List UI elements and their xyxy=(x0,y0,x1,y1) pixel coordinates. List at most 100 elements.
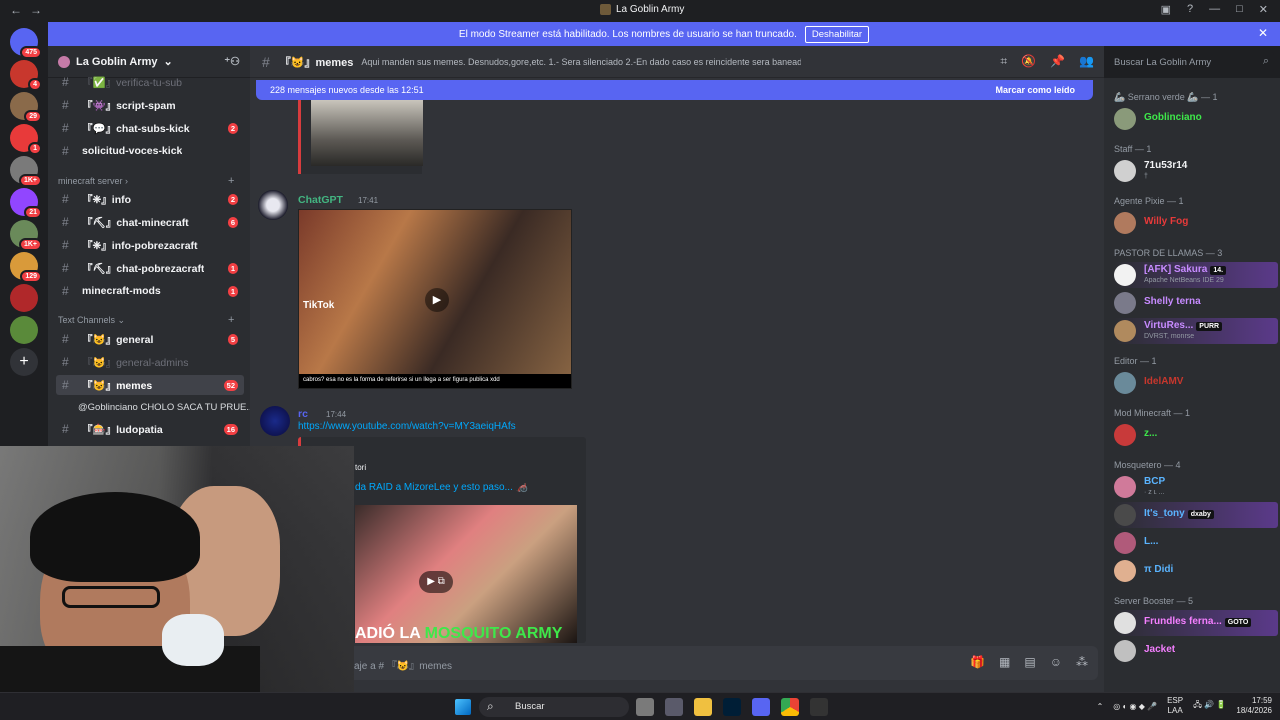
channel-item[interactable]: # 『🎰』ludopatia 16 xyxy=(56,419,244,439)
nav-arrows[interactable]: ←→ xyxy=(10,3,50,17)
channel-item[interactable]: # minecraft-mods 1 xyxy=(56,281,244,301)
gif-icon[interactable]: ▦ xyxy=(999,655,1010,669)
add-server-icon[interactable]: + xyxy=(10,348,38,376)
clock[interactable]: 17:59 18/4/2026 xyxy=(1236,696,1272,716)
new-messages-bar[interactable]: 228 mensajes nuevos desde las 12:51 Marc… xyxy=(256,80,1093,100)
server-icon[interactable]: 21 xyxy=(10,188,42,219)
channel-item[interactable]: # 『❈』info-pobrezacraft xyxy=(56,235,244,255)
task-view-icon[interactable] xyxy=(636,698,654,716)
message-composer[interactable]: aje a # 『😺』memes 🎁 ▦ ▤ ☺ ⁂ xyxy=(262,646,1098,680)
member-item[interactable]: IdelAMV xyxy=(1114,370,1278,396)
emoji-icon[interactable]: ☺ xyxy=(1050,655,1062,669)
member-item[interactable]: [AFK] Sakura 14. Apache NetBeans IDE 29 xyxy=(1114,262,1278,288)
message-author[interactable]: rc xyxy=(298,408,308,420)
notification-bell-icon[interactable]: 🔕 xyxy=(1021,54,1036,69)
server-icon[interactable]: 29 xyxy=(10,92,42,123)
member-role-header: Editor — 1 xyxy=(1114,356,1157,366)
channel-item[interactable]: # 『✅』verifica-tu-sub xyxy=(56,72,244,92)
play-icon[interactable]: ▶ xyxy=(425,288,449,312)
help-icon[interactable]: ? xyxy=(1187,3,1193,16)
member-item[interactable]: Jacket xyxy=(1114,638,1278,664)
video-attachment[interactable]: TikTok ▶ cabros? esa no es la forma de r… xyxy=(298,209,572,389)
member-item[interactable]: VirtuRes... PURR DVRST, monrse xyxy=(1114,318,1278,344)
add-channel-icon[interactable]: + xyxy=(228,175,234,187)
sticker-icon[interactable]: ▤ xyxy=(1024,655,1035,669)
mark-as-read-button[interactable]: Marcar como leído xyxy=(995,85,1075,95)
server-icon[interactable]: 1K+ xyxy=(10,156,42,187)
channel-item[interactable]: # solicitud-voces-kick xyxy=(56,141,244,161)
member-item[interactable]: 71u53r14 † xyxy=(1114,158,1278,184)
language-indicator[interactable]: ESP LAA xyxy=(1167,696,1183,716)
server-icon[interactable] xyxy=(10,316,38,344)
minimize-icon[interactable]: — xyxy=(1209,3,1220,16)
member-item[interactable]: z... xyxy=(1114,422,1278,448)
member-list-icon[interactable]: 👥 xyxy=(1079,54,1094,69)
channel-item[interactable]: # 『❈』info 2 xyxy=(56,189,244,209)
photoshop-icon[interactable] xyxy=(723,698,741,716)
member-item[interactable]: Goblinciano xyxy=(1114,106,1278,132)
embed-thumbnail[interactable]: ▶ ⧉ ADIÓ LA MOSQUITO ARMY xyxy=(355,505,577,643)
add-channel-icon[interactable]: + xyxy=(228,314,234,326)
disable-streamer-button[interactable]: Deshabilitar xyxy=(804,25,870,43)
server-icon[interactable] xyxy=(10,284,38,312)
server-icon[interactable]: 4 xyxy=(10,60,42,91)
play-icon[interactable]: ▶ ⧉ xyxy=(419,571,453,593)
taskbar-search[interactable]: ⌕ Buscar xyxy=(479,697,629,717)
pin-icon[interactable]: 📌 xyxy=(1050,54,1065,69)
category-text-channels[interactable]: Text Channels ⌄ + xyxy=(58,314,234,326)
channel-item[interactable]: # 『😺』memes 52 xyxy=(56,375,244,395)
windows-start-icon[interactable] xyxy=(455,699,471,715)
channel-item[interactable]: # 『⛏』chat-pobrezacraft 1 xyxy=(56,258,244,278)
channel-item[interactable]: # 『👾』script-spam xyxy=(56,95,244,115)
gift-icon[interactable]: 🎁 xyxy=(970,655,985,669)
server-tag: dxaby xyxy=(1187,510,1214,519)
message-link[interactable]: https://www.youtube.com/watch?v=MY3aeiqH… xyxy=(298,421,516,432)
chrome-icon[interactable] xyxy=(781,698,799,716)
streamer-mode-banner: El modo Streamer está habilitado. Los no… xyxy=(48,22,1280,46)
embed-title[interactable]: da RAID a MizoreLee y esto paso... 🦽 xyxy=(355,482,528,493)
network-volume-icons[interactable]: 🖧 🔊 🔋 xyxy=(1193,699,1226,713)
member-item[interactable]: BCP · z ʟ ... xyxy=(1114,474,1278,500)
maximize-icon[interactable]: □ xyxy=(1236,3,1243,16)
message-author[interactable]: ChatGPT xyxy=(298,194,343,206)
inbox-icon[interactable]: ▣ xyxy=(1161,3,1171,16)
previous-image-attachment[interactable] xyxy=(298,100,423,174)
search-input[interactable]: Buscar La Goblin Army ⌕ xyxy=(1108,52,1274,72)
server-icon[interactable]: 475 xyxy=(10,28,42,59)
server-icon[interactable]: 129 xyxy=(10,252,42,283)
channel-item[interactable]: # 『😺』general 5 xyxy=(56,329,244,349)
channel-item[interactable]: # 『💬』chat-subs-kick 2 xyxy=(56,118,244,138)
obs-icon[interactable] xyxy=(810,698,828,716)
apps-icon[interactable]: ⁂ xyxy=(1076,655,1088,669)
category-minecraft[interactable]: minecraft server › + xyxy=(58,175,234,187)
close-window-icon[interactable]: ✕ xyxy=(1259,3,1268,16)
server-icon[interactable]: 1 xyxy=(10,124,42,155)
server-icon[interactable]: 1K+ xyxy=(10,220,42,251)
discord-icon[interactable] xyxy=(752,698,770,716)
channel-item[interactable]: # 『⛏』chat-minecraft 6 xyxy=(56,212,244,232)
thread-item[interactable]: @Goblinciano CHOLO SACA TU PRUE... xyxy=(78,402,254,413)
mention-badge: 129 xyxy=(20,270,42,283)
member-item[interactable]: It's_tony dxaby xyxy=(1114,502,1278,528)
threads-icon[interactable]: ⌗ xyxy=(1000,54,1007,69)
channel-label: 『❈』info xyxy=(82,193,132,206)
avatar[interactable] xyxy=(260,406,290,436)
tray-icons[interactable]: ◎ ◐ ◉ ◆ 🎤 xyxy=(1113,702,1157,711)
app-icon[interactable] xyxy=(665,698,683,716)
member-item[interactable]: Willy Fog xyxy=(1114,210,1278,236)
file-explorer-icon[interactable] xyxy=(694,698,712,716)
member-item[interactable]: Shelly terna xyxy=(1114,290,1278,316)
member-item[interactable]: L... xyxy=(1114,530,1278,556)
avatar[interactable] xyxy=(258,190,288,220)
avatar xyxy=(1114,372,1136,394)
banner-text: El modo Streamer está habilitado. Los no… xyxy=(458,28,797,40)
channel-topic[interactable]: Aqui manden sus memes. Desnudos,gore,etc… xyxy=(361,57,801,67)
chevron-up-icon[interactable]: ⌃ xyxy=(1097,702,1104,711)
channel-item[interactable]: # 『😺』general-admins xyxy=(56,352,244,372)
member-item[interactable]: π Didi xyxy=(1114,558,1278,584)
channel-label: 『⛏』chat-minecraft xyxy=(82,216,189,229)
member-item[interactable]: Frundles ferna... GOTO xyxy=(1114,610,1278,636)
close-icon[interactable]: ✕ xyxy=(1258,26,1268,40)
server-icon xyxy=(600,4,611,15)
add-user-icon[interactable]: ⁺⚇ xyxy=(224,55,240,68)
